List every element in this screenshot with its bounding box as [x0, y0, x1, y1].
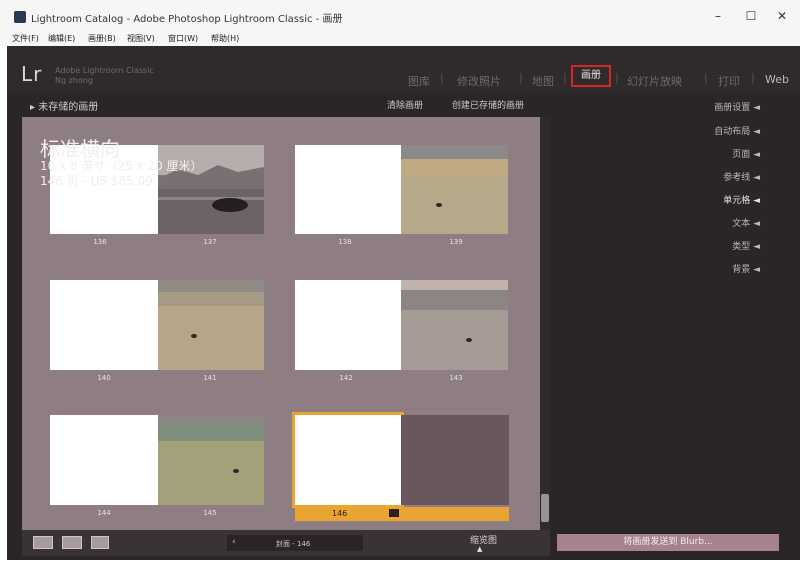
module-separator: |	[563, 71, 567, 84]
book-page-left[interactable]	[295, 145, 401, 234]
book-page-left[interactable]	[50, 415, 158, 505]
menu-bar	[0, 32, 800, 46]
multi-page-view-icon[interactable]	[33, 536, 53, 549]
panel-type[interactable]: 类型 ◄	[640, 239, 760, 252]
book-page-left[interactable]	[295, 280, 401, 370]
create-saved-book-button[interactable]: 创建已存储的画册	[452, 98, 524, 111]
spread-view-icon[interactable]	[62, 536, 82, 549]
page-number: 137	[203, 238, 217, 246]
page-number: 136	[93, 238, 107, 246]
empty-cover-page[interactable]	[401, 415, 509, 505]
panel-book-settings[interactable]: 画册设置 ◄	[640, 100, 760, 113]
identity-line-1: Adobe Lightroom Classic	[55, 66, 154, 75]
menu-edit[interactable]: 编辑(E)	[48, 33, 75, 44]
page-number: 143	[449, 374, 463, 382]
module-separator: |	[751, 71, 755, 84]
menu-window[interactable]: 窗口(W)	[168, 33, 198, 44]
minimize-button[interactable]: –	[707, 8, 729, 24]
book-price: 146 页 - US $85.09	[40, 174, 153, 188]
lr-logo: Lr	[21, 62, 43, 86]
identity-line-2: Ng zhong	[55, 76, 93, 85]
close-button[interactable]: ✕	[771, 8, 793, 24]
unsaved-book-text: 未存储的画册	[38, 102, 99, 113]
selected-page-label	[295, 507, 509, 521]
book-page-left[interactable]	[50, 280, 158, 370]
book-page-right[interactable]	[158, 280, 264, 370]
module-develop[interactable]: 修改照片	[457, 73, 501, 89]
window-title: Lightroom Catalog - Adobe Photoshop Ligh…	[31, 14, 343, 25]
module-library[interactable]: 图库	[408, 73, 430, 89]
page-number: 144	[97, 509, 111, 517]
shore-photo	[158, 415, 264, 505]
module-book-label: 画册	[581, 70, 601, 81]
panel-text[interactable]: 文本 ◄	[640, 216, 760, 229]
module-book[interactable]: 画册	[571, 65, 611, 87]
beach-photo	[158, 280, 264, 370]
module-print[interactable]: 打印	[718, 73, 740, 89]
maximize-button[interactable]: ☐	[740, 8, 762, 24]
menu-view[interactable]: 视图(V)	[127, 33, 155, 44]
send-to-blurb-button[interactable]: 将画册发送到 Blurb...	[557, 534, 779, 551]
module-separator: |	[704, 71, 708, 84]
identity-text: Adobe Lightroom Classic Ng zhong	[55, 66, 154, 86]
page-number: 141	[203, 374, 217, 382]
selected-page-number: 146	[332, 509, 348, 518]
book-page-right[interactable]	[401, 145, 508, 234]
canvas-scrollbar[interactable]	[540, 117, 550, 530]
thumbnails-label[interactable]: 缩览图	[470, 533, 497, 546]
panel-background[interactable]: 背景 ◄	[640, 262, 760, 275]
water-photo	[401, 280, 508, 370]
module-map[interactable]: 地图	[532, 73, 554, 89]
panel-cell[interactable]: 单元格 ◄	[640, 193, 760, 206]
clear-book-button[interactable]: 清除画册	[387, 98, 423, 111]
unsaved-book-label: ▸ 未存储的画册	[30, 102, 99, 113]
book-page-selected[interactable]	[292, 412, 404, 508]
menu-file[interactable]: 文件(F)	[12, 33, 39, 44]
module-separator: |	[519, 71, 523, 84]
book-page-right[interactable]	[158, 415, 264, 505]
module-separator: |	[615, 71, 619, 84]
lightroom-app-icon	[14, 11, 26, 23]
panel-guides[interactable]: 参考线 ◄	[640, 170, 760, 183]
panel-page[interactable]: 页面 ◄	[640, 147, 760, 160]
panel-auto-layout[interactable]: 自动布局 ◄	[640, 124, 760, 137]
menu-book[interactable]: 画册(B)	[88, 33, 116, 44]
page-range-text: 封面 - 146	[276, 540, 311, 548]
module-separator: |	[440, 71, 444, 84]
module-web[interactable]: Web	[765, 73, 789, 86]
page-number: 145	[203, 509, 217, 517]
page-number: 142	[339, 374, 353, 382]
previous-page-button[interactable]: ‹	[232, 537, 236, 547]
book-page-right[interactable]	[401, 280, 508, 370]
beach-photo	[401, 145, 508, 234]
page-number: 140	[97, 374, 111, 382]
page-options-icon[interactable]	[389, 509, 399, 517]
module-slideshow[interactable]: 幻灯片放映	[627, 73, 682, 89]
single-page-view-icon[interactable]	[91, 536, 109, 549]
menu-help[interactable]: 帮助(H)	[211, 33, 239, 44]
thumbnails-caret-icon[interactable]: ▲	[477, 545, 482, 553]
scrollbar-thumb[interactable]	[541, 494, 549, 522]
page-number: 138	[338, 238, 352, 246]
page-number: 139	[449, 238, 463, 246]
